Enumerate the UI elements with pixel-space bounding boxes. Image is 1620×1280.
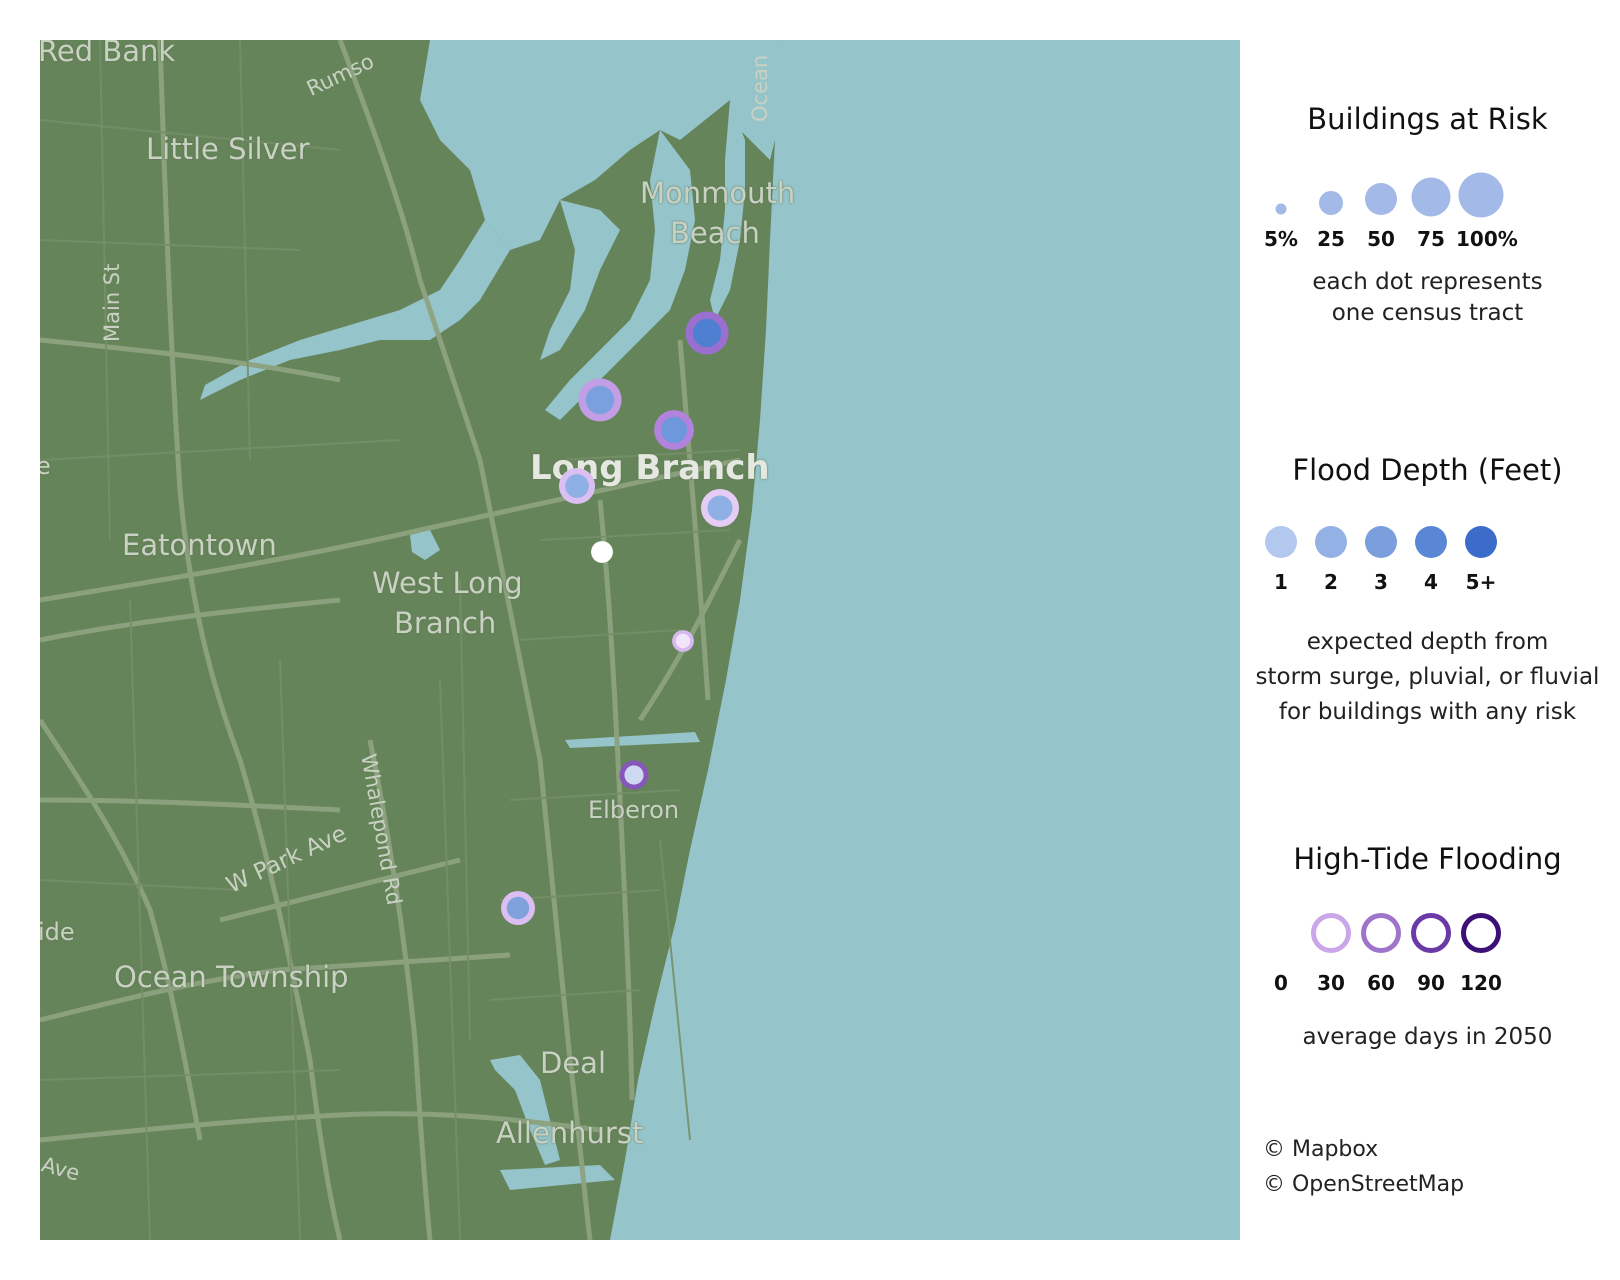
legend-risk-item: 50 — [1356, 183, 1406, 251]
legend-tide-ring — [1461, 913, 1501, 953]
legend-tide-item: 0 — [1256, 933, 1306, 995]
tract-north-long-branch-east[interactable] — [654, 410, 694, 450]
tract-depth-dot — [565, 474, 589, 498]
legend-depth-dot — [1465, 526, 1497, 558]
legend-depth-label: 1 — [1274, 570, 1288, 594]
legend-depth-label: 5+ — [1465, 570, 1497, 594]
legend-depth-dot — [1365, 526, 1397, 558]
legend-risk-label: 25 — [1317, 227, 1345, 251]
tract-north-long-branch-west[interactable] — [578, 378, 622, 422]
legend-risk-item: 5% — [1256, 195, 1306, 251]
tract-long-branch-center[interactable] — [558, 467, 596, 505]
legend-depth-dot — [1415, 526, 1447, 558]
legend-tide-note: average days in 2050 — [1302, 1024, 1553, 1050]
legend-risk-dot — [1458, 172, 1504, 218]
legend-depth-dot — [1265, 526, 1297, 558]
legend-depth-label: 2 — [1324, 570, 1338, 594]
legend-tide-item: 90 — [1406, 913, 1456, 995]
legend-depth-label: 4 — [1424, 570, 1438, 594]
tract-long-branch-beach[interactable] — [700, 488, 740, 528]
tract-depth-dot — [585, 385, 615, 415]
legend-depth-dot — [1315, 526, 1347, 558]
osm-credit-link[interactable]: © OpenStreetMap — [1263, 1167, 1464, 1202]
legend-tide-title: High-Tide Flooding — [1293, 842, 1562, 876]
legend-depth-note-3: for buildings with any risk — [1278, 699, 1577, 725]
legend-depth-label: 3 — [1374, 570, 1388, 594]
tract-depth-dot — [506, 896, 530, 920]
legend-tide-label: 30 — [1317, 971, 1345, 995]
legend-risk-dot — [1319, 191, 1343, 215]
legend-tide-item: 30 — [1306, 913, 1356, 995]
legend-risk-label: 5% — [1264, 227, 1298, 251]
legend-tide-label: 0 — [1274, 971, 1288, 995]
legend-depth-item: 5+ — [1456, 526, 1506, 594]
legend-risk-note-1: each dot represents — [1312, 269, 1543, 295]
tract-monmouth-beach[interactable] — [685, 311, 729, 355]
legend-risk-dot — [1365, 183, 1397, 215]
legend-depth-note-1: expected depth from — [1306, 629, 1549, 655]
mapbox-credit-link[interactable]: © Mapbox — [1263, 1132, 1464, 1167]
legend-risk-item: 25 — [1306, 191, 1356, 251]
legend-tide-ring — [1411, 913, 1451, 953]
legend-tide-ring — [1311, 913, 1351, 953]
tract-dots-layer — [501, 311, 740, 925]
tract-ocean-township[interactable] — [501, 891, 535, 925]
legend-depth-title: Flood Depth (Feet) — [1292, 453, 1563, 487]
legend-risk-title: Buildings at Risk — [1307, 102, 1548, 136]
flood-risk-map[interactable]: Red Bank Little Silver Monmouth Beach Lo… — [40, 40, 1240, 1240]
tract-depth-dot — [594, 544, 610, 560]
legend-depth-item: 2 — [1306, 526, 1356, 594]
map-credits: © Mapbox © OpenStreetMap — [1263, 1132, 1464, 1202]
legend-risk-note-2: one census tract — [1331, 300, 1524, 326]
tract-depth-dot — [675, 633, 691, 649]
legend-depth-note-2: storm surge, pluvial, or fluvial — [1255, 664, 1600, 690]
legend-depth-item: 1 — [1256, 526, 1306, 594]
legend-risk-item: 75 — [1406, 177, 1456, 251]
legend-tide-label: 90 — [1417, 971, 1445, 995]
tract-depth-dot — [660, 416, 688, 444]
legend-tide-item: 60 — [1356, 913, 1406, 995]
legend-risk-item: 100% — [1456, 172, 1518, 251]
legend-risk-label: 50 — [1367, 227, 1395, 251]
tract-depth-dot — [692, 318, 722, 348]
legend-depth-item: 3 — [1356, 526, 1406, 594]
legend-tide-item: 120 — [1456, 913, 1506, 995]
legend-tide-label: 120 — [1460, 971, 1502, 995]
tract-long-branch-shore[interactable] — [672, 630, 694, 652]
legend-risk-dot — [1275, 203, 1287, 215]
legend-risk-label: 100% — [1456, 227, 1518, 251]
legend-risk-dot — [1411, 177, 1451, 217]
tract-depth-dot — [624, 765, 644, 785]
tract-elberon[interactable] — [619, 760, 649, 790]
legend-tide-label: 60 — [1367, 971, 1395, 995]
legend-tide-ring — [1361, 913, 1401, 953]
tract-long-branch-south[interactable] — [591, 541, 613, 563]
map-legend: Buildings at Risk 5% 25 50 75 100% each … — [1250, 40, 1605, 1240]
legend-depth-item: 4 — [1406, 526, 1456, 594]
tract-depth-dot — [707, 495, 733, 521]
legend-risk-label: 75 — [1417, 227, 1445, 251]
